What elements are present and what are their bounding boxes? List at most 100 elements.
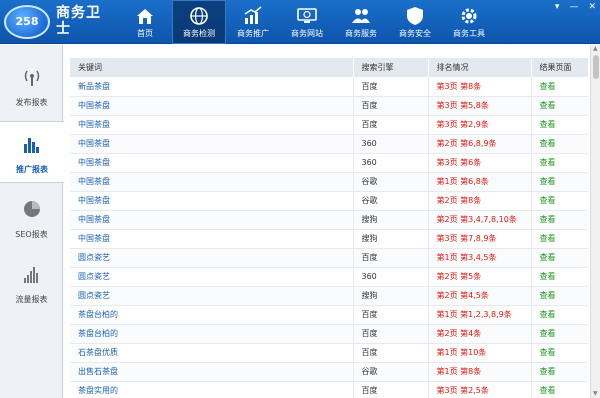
view-link[interactable]: 查看 [531,267,588,287]
sidebar-item-label: 流量报表 [15,295,48,304]
rank-cell: 第3页 第2,5条 [428,381,532,398]
rank-cell: 第1页 第10条 [428,343,532,363]
engine-cell: 360 [353,267,429,287]
rank-cell: 第1页 第6,8条 [428,172,532,192]
engine-cell: 搜狗 [353,210,429,230]
close-icon[interactable]: ✕ [588,2,596,12]
keyword-cell[interactable]: 中国茶盘 [70,210,354,230]
rank-cell: 第3页 第2,9条 [428,115,532,135]
nav-tab-label: 商务检测 [183,29,215,38]
sidebar: 发布报表推广报表 SEO报表流量报表 [0,45,64,398]
nav-tab-5[interactable]: 商务安全 [388,0,442,44]
view-link[interactable]: 查看 [531,153,588,173]
view-link[interactable]: 查看 [531,248,588,268]
keyword-cell[interactable]: 中国茶盘 [70,153,354,173]
sidebar-item-2[interactable]: SEO报表 [0,187,63,249]
engine-cell: 搜狗 [353,229,429,249]
view-link[interactable]: 查看 [531,362,588,382]
nav-tab-1[interactable]: 商务检测 [172,0,226,44]
nav-tab-2[interactable]: 商务推广 [226,0,280,44]
col-header-result[interactable]: 结果页面 [531,58,588,77]
keyword-cell[interactable]: 石茶盘优质 [70,343,354,363]
scroll-down-icon[interactable]: ▼ [593,391,599,397]
sidebar-item-0[interactable]: 发布报表 [0,55,63,117]
keyword-cell[interactable]: 中国茶盘 [70,134,354,154]
sidebar-item-label: 发布报表 [15,98,48,107]
table-row: 圆点瓷艺 360 第2页 第5条 查看 [70,267,588,287]
nav-tab-4[interactable]: 商务服务 [334,0,388,44]
engine-cell: 谷歌 [353,362,429,382]
view-link[interactable]: 查看 [531,343,588,363]
table-row: 茶盘台柏的 百度 第2页 第4条 查看 [70,324,588,344]
sidebar-item-label: 推广报表 [16,165,48,174]
keyword-cell[interactable]: 圆点瓷艺 [70,286,354,306]
table-row: 中国茶盘 搜狗 第2页 第3,4,7,8,10条 查看 [70,210,588,230]
nav-tab-label: 商务安全 [399,29,431,38]
view-link[interactable]: 查看 [531,96,588,116]
rank-cell: 第2页 第4,5条 [428,286,532,306]
sidebar-item-1[interactable]: 推广报表 [0,121,64,183]
nav-tab-0[interactable]: 首页 [118,0,172,44]
keyword-cell[interactable]: 中国茶盘 [70,172,354,192]
home-icon [135,6,155,26]
view-link[interactable]: 查看 [531,229,588,249]
rank-cell: 第1页 第8条 [428,362,532,382]
col-header-keyword[interactable]: 关键词 [70,58,354,77]
view-link[interactable]: 查看 [531,286,588,306]
view-link[interactable]: 查看 [531,115,588,135]
rank-cell: 第2页 第6,8,9条 [428,134,532,154]
table-row: 石茶盘优质 百度 第1页 第10条 查看 [70,343,588,363]
keyword-cell[interactable]: 中国茶盘 [70,96,354,116]
keyword-cell[interactable]: 中国茶盘 [70,191,354,211]
globe-icon [189,6,209,26]
rank-cell: 第2页 第4条 [428,324,532,344]
keyword-cell[interactable]: 茶盘实用的 [70,381,354,398]
view-link[interactable]: 查看 [531,134,588,154]
view-link[interactable]: 查看 [531,324,588,344]
nav-tab-label: 首页 [137,29,153,38]
app-logo: 258 商务卫士 [4,5,114,39]
table-row: 圆点瓷艺 百度 第1页 第3,4,5条 查看 [70,248,588,268]
table-row: 中国茶盘 搜狗 第3页 第7,8,9条 查看 [70,229,588,249]
engine-cell: 谷歌 [353,191,429,211]
sidebar-item-3[interactable]: 流量报表 [0,252,63,314]
minimize-icon[interactable]: — [569,2,578,12]
nav-tab-6[interactable]: 商务工具 [442,0,496,44]
engine-cell: 百度 [353,96,429,116]
view-link[interactable]: 查看 [531,172,588,192]
nav-tab-label: 商务推广 [237,29,269,38]
view-link[interactable]: 查看 [531,305,588,325]
engine-cell: 百度 [353,324,429,344]
engine-cell: 百度 [353,381,429,398]
table-row: 圆点瓷艺 搜狗 第2页 第4,5条 查看 [70,286,588,306]
keyword-cell[interactable]: 中国茶盘 [70,115,354,135]
keyword-cell[interactable]: 出售石茶盘 [70,362,354,382]
scroll-thumb[interactable] [593,55,599,79]
vertical-scrollbar[interactable]: ▲ ▼ [590,45,600,398]
rank-cell: 第2页 第8条 [428,191,532,211]
menu-icon[interactable]: ▾ [555,2,560,12]
rank-cell: 第3页 第7,8,9条 [428,229,532,249]
nav-tab-label: 商务网站 [291,29,323,38]
view-link[interactable]: 查看 [531,77,588,97]
top-toolbar: 258 商务卫士 首页 商务检测 商务推广 商务网站 商务服务 商务安全 商务工具 ▾ — … [0,0,600,44]
keyword-cell[interactable]: 中国茶盘 [70,229,354,249]
keyword-cell[interactable]: 圆点瓷艺 [70,267,354,287]
keyword-cell[interactable]: 茶盘台柏的 [70,305,354,325]
nav-tab-3[interactable]: 商务网站 [280,0,334,44]
table-row: 中国茶盘 谷歌 第1页 第6,8条 查看 [70,172,588,192]
scroll-up-icon[interactable]: ▲ [593,46,599,52]
engine-cell: 百度 [353,115,429,135]
col-header-engine[interactable]: 搜索引擎 [353,58,429,77]
engine-cell: 百度 [353,305,429,325]
view-link[interactable]: 查看 [531,191,588,211]
view-link[interactable]: 查看 [531,210,588,230]
keyword-cell[interactable]: 新品茶盘 [70,77,354,97]
col-header-rank[interactable]: 排名情况 [428,58,532,77]
keyword-cell[interactable]: 茶盘台柏的 [70,324,354,344]
table-row: 出售石茶盘 谷歌 第1页 第8条 查看 [70,362,588,382]
pie-icon [22,199,42,219]
keyword-cell[interactable]: 圆点瓷艺 [70,248,354,268]
view-link[interactable]: 查看 [531,381,588,398]
engine-cell: 搜狗 [353,286,429,306]
